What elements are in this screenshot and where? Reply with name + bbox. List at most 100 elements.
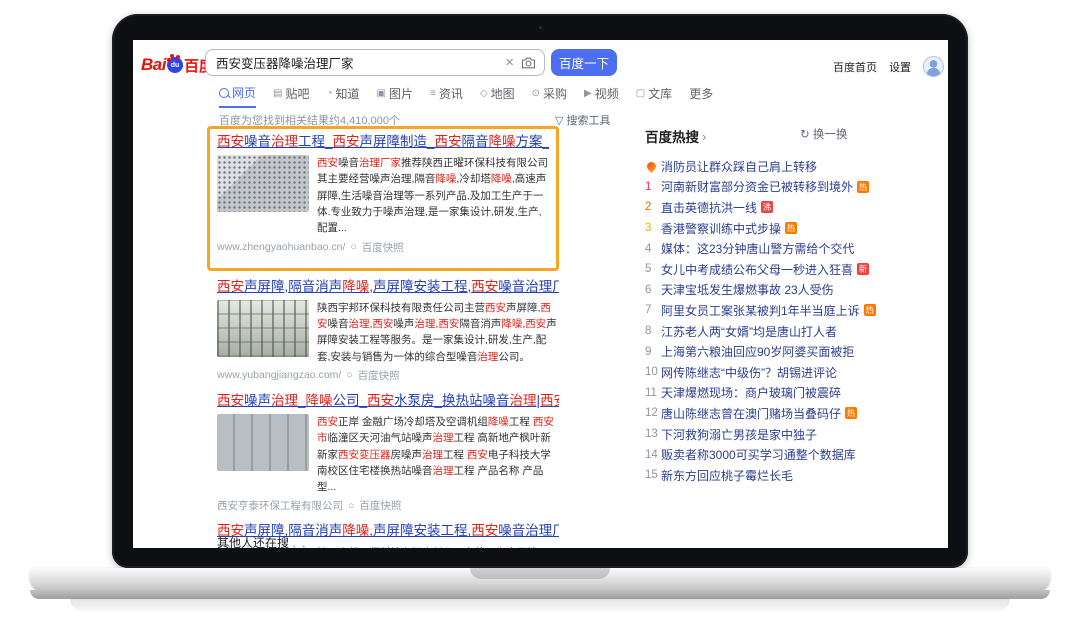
hot-item-rank: 14 <box>645 449 661 461</box>
hot-search-item[interactable]: 13下河救狗溺亡男孩是家中独子 <box>645 424 945 445</box>
result-meta: www.yubangjiangzao.com/ ○ 百度快照 <box>217 368 559 383</box>
snapshot-link[interactable]: 百度快照 <box>358 368 400 383</box>
maps-icon: ◇ <box>480 88 488 99</box>
tab-label: 网页 <box>232 84 256 101</box>
hot-search-item[interactable]: 1河南新财富部分资金已被转移到境外热 <box>645 177 945 198</box>
tab-more[interactable]: 更多 <box>689 84 713 108</box>
result-description: 西安正岸 金融广场冷却塔及空调机组降噪工程 西安市临潼区天河油气站噪声治理工程 … <box>317 414 559 495</box>
result-meta: 西安亨泰环保工程有限公司○百度快照 <box>217 498 559 513</box>
search-button[interactable]: 百度一下 <box>551 49 617 76</box>
hot-badge: 热 <box>857 181 869 193</box>
hot-search-item[interactable]: 8江苏老人两“女婿”均是唐山打人者 <box>645 321 945 342</box>
logo-text-bai: Bai <box>141 55 166 75</box>
tab-label: 图片 <box>389 85 413 102</box>
hot-item-text: 下河救狗溺亡男孩是家中独子 <box>661 426 817 443</box>
webcam-dot <box>539 26 542 29</box>
search-input[interactable]: 西安变压器降噪治理厂家 <box>206 53 498 72</box>
search-result: 西安噪声治理_降噪公司_西安水泵房_换热站噪音治理|西安亨... 西安正岸 金融广… <box>217 392 559 514</box>
user-avatar[interactable] <box>923 56 944 77</box>
hot-item-text: 消防员让群众踩自己肩上转移 <box>661 158 817 175</box>
tab-caigou[interactable]: ⊙采购 <box>532 84 567 108</box>
perforated-panels-thumbnail[interactable] <box>217 155 309 212</box>
baidu-home-link[interactable]: 百度首页 <box>833 59 877 75</box>
page: Bai du 百度 西安变压器降噪治理厂家 × 百度一下 百度首页 设置 网页 ▤… <box>0 0 1080 628</box>
hot-item-text: 天津宝坻发生爆燃事故 23人受伤 <box>661 281 834 298</box>
hot-badge: 热 <box>864 304 876 316</box>
hot-search-item[interactable]: 3香港警察训练中式步操热 <box>645 218 945 239</box>
snapshot-link[interactable]: 百度快照 <box>362 240 404 255</box>
hot-search-item[interactable]: 2直击英德抗洪一线沸 <box>645 197 945 218</box>
result-source[interactable]: 西安亨泰环保工程有限公司 <box>217 498 343 513</box>
tab-images[interactable]: ▣图片 <box>377 84 413 108</box>
result-body: 西安正岸 金融广场冷却塔及空调机组降噪工程 西安市临潼区天河油气站噪声治理工程 … <box>217 414 559 495</box>
hot-search-title[interactable]: 百度热搜 <box>645 126 699 146</box>
hot-search-item[interactable]: 12唐山陈继志曾在澳门赌场当叠码仔热 <box>645 403 945 424</box>
laptop-base-edge <box>30 590 1050 599</box>
hot-item-rank: 1 <box>645 181 661 193</box>
hot-search-item[interactable]: 9上海第六粮油回应90岁阿婆买面被拒 <box>645 341 945 362</box>
result-description: 陕西宇邦环保科技有限责任公司主营西安声屏障,西安噪音治理,西安噪声治理,西安隔音… <box>317 300 559 365</box>
gray-wall-thumbnail[interactable] <box>217 414 309 471</box>
tab-label: 采购 <box>543 85 567 102</box>
paw-icon: du <box>167 57 183 73</box>
hot-item-rank: 4 <box>645 243 661 255</box>
snapshot-link[interactable]: 百度快照 <box>359 498 401 513</box>
tab-label: 视频 <box>595 85 619 102</box>
hot-item-text: 直击英德抗洪一线 <box>661 199 757 216</box>
hot-search-item[interactable]: 6天津宝坻发生爆燃事故 23人受伤 <box>645 280 945 301</box>
chevron-right-icon: › <box>702 129 706 144</box>
tab-news[interactable]: ≡资讯 <box>430 84 463 108</box>
hot-item-text: 天津爆燃现场：商户玻璃门被震碎 <box>661 384 841 401</box>
hot-item-text: 阿里女员工案张某被判1年半当庭上诉 <box>661 302 860 319</box>
hot-item-rank: 12 <box>645 407 661 419</box>
hot-search-item[interactable]: 4媒体：这23分钟唐山警方需给个交代 <box>645 238 945 259</box>
hot-badge: 热 <box>845 407 857 419</box>
refresh-icon: ↻ <box>800 129 810 141</box>
hot-item-text: 香港警察训练中式步操 <box>661 220 781 237</box>
settings-link[interactable]: 设置 <box>889 59 911 75</box>
hot-item-rank: 7 <box>645 304 661 316</box>
hot-item-text: 新东方回应桃子霉烂长毛 <box>661 467 793 484</box>
result-source[interactable]: www.yubangjiangzao.com/ <box>217 369 341 381</box>
result-title-link[interactable]: 西安噪音治理工程_西安声屏障制造_西安隔音降噪方案_西安... <box>217 133 549 151</box>
camera-search-icon[interactable] <box>521 57 544 69</box>
result-description: 西安噪音治理厂家推荐陕西正曜环保科技有限公司其主要经营噪声治理,隔音降噪,冷却塔… <box>317 155 549 236</box>
tab-video[interactable]: ▶视频 <box>584 84 619 108</box>
result-title-link[interactable]: 西安声屏障,隔音消声降噪,声屏障安装工程,西安噪音治理厂... <box>217 278 559 296</box>
hot-search-item[interactable]: 7阿里女员工案张某被判1年半当庭上诉热 <box>645 300 945 321</box>
clear-icon[interactable]: × <box>498 54 521 71</box>
tab-label: 更多 <box>689 85 713 102</box>
hot-item-rank: 15 <box>645 469 661 481</box>
result-body: 西安噪音治理厂家推荐陕西正曜环保科技有限公司其主要经营噪声治理,隔音降噪,冷却塔… <box>217 155 549 236</box>
hot-search-item[interactable]: 11天津爆燃现场：商户玻璃门被震碎 <box>645 383 945 404</box>
tab-web[interactable]: 网页 <box>219 84 256 108</box>
hot-search-item[interactable]: 15新东方回应桃子霉烂长毛 <box>645 465 945 486</box>
hot-item-rank: 2 <box>645 201 661 213</box>
snapshot-circle-icon: ○ <box>346 369 352 381</box>
result-source[interactable]: www.zhengyaohuanbao.cn/ <box>217 241 345 253</box>
refresh-button[interactable]: ↻ 换一换 <box>800 126 847 142</box>
hot-search-item[interactable]: 10网传陈继志“中级伤”？胡锡进评论 <box>645 362 945 383</box>
hot-item-text: 媒体：这23分钟唐山警方需给个交代 <box>661 240 854 257</box>
factory-machinery-thumbnail[interactable] <box>217 300 309 357</box>
search-tools[interactable]: ▽ 搜索工具 <box>555 112 611 128</box>
hot-search-top-item[interactable]: 消防员让群众踩自己肩上转移 <box>645 156 945 177</box>
tab-zhidao[interactable]: ◔知道 <box>326 84 359 108</box>
tab-tieba[interactable]: ▤贴吧 <box>273 84 309 108</box>
hot-badge: 沸 <box>761 201 773 213</box>
search-box[interactable]: 西安变压器降噪治理厂家 × <box>205 49 545 76</box>
hot-item-rank: 6 <box>645 284 661 296</box>
hot-item-rank: 9 <box>645 346 661 358</box>
hot-item-rank: 8 <box>645 325 661 337</box>
hot-search-item[interactable]: 14贩卖者称3000可买学习通整个数据库 <box>645 444 945 465</box>
hot-search-item[interactable]: 5女儿中考成绩公布父母一秒进入狂喜新 <box>645 259 945 280</box>
result-body: 陕西宇邦环保科技有限责任公司主营西安声屏障,西安噪音治理,西安噪声治理,西安隔音… <box>217 300 559 365</box>
tab-wenku[interactable]: ▢文库 <box>636 84 672 108</box>
tabs: 网页 ▤贴吧 ◔知道 ▣图片 ≡资讯 ◇地图 ⊙采购 ▶视频 ▢文库更多 <box>219 84 713 108</box>
browser-screen: Bai du 百度 西安变压器降噪治理厂家 × 百度一下 百度首页 设置 网页 ▤… <box>133 40 948 548</box>
tab-maps[interactable]: ◇地图 <box>480 84 515 108</box>
result-title-link[interactable]: 西安噪声治理_降噪公司_西安水泵房_换热站噪音治理|西安亨... <box>217 392 559 410</box>
hot-item-text: 唐山陈继志曾在澳门赌场当叠码仔 <box>661 405 841 422</box>
hot-item-text: 贩卖者称3000可买学习通整个数据库 <box>661 446 856 463</box>
baidu-logo[interactable]: Bai du 百度 <box>141 53 214 77</box>
